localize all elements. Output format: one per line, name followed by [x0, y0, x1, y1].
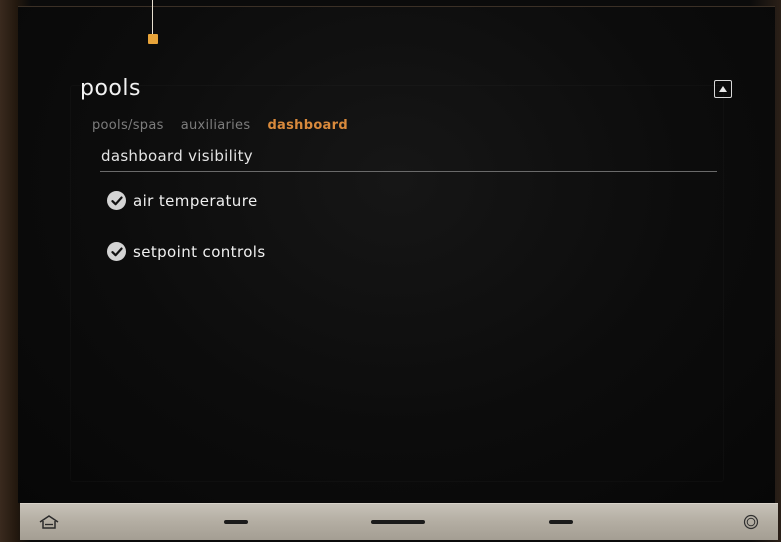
page-title: pools: [80, 76, 141, 101]
home-icon[interactable]: [38, 514, 60, 530]
content-frame: [70, 85, 724, 482]
device-frame: pools pools/spas auxiliaries dashboard d…: [0, 0, 781, 542]
option-label: setpoint controls: [133, 242, 266, 261]
callout-line: [152, 0, 153, 34]
check-circle-icon[interactable]: [107, 242, 126, 261]
tab-bar: pools/spas auxiliaries dashboard: [92, 118, 348, 133]
callout-marker: [148, 34, 158, 44]
collapse-up-icon: [719, 86, 727, 92]
option-label: air temperature: [133, 191, 258, 210]
section-divider: [100, 171, 717, 172]
tab-pools-spas[interactable]: pools/spas: [92, 118, 164, 133]
nav-dash-center[interactable]: [371, 520, 425, 524]
tab-auxiliaries[interactable]: auxiliaries: [181, 118, 251, 133]
nav-dash-left[interactable]: [224, 520, 248, 524]
circle-icon[interactable]: [743, 514, 759, 530]
collapse-button[interactable]: [714, 80, 732, 98]
nav-dash-right[interactable]: [549, 520, 573, 524]
check-circle-icon[interactable]: [107, 191, 126, 210]
tab-dashboard[interactable]: dashboard: [267, 118, 348, 133]
bottom-nav-bar: [20, 503, 778, 540]
option-setpoint-controls[interactable]: setpoint controls: [107, 242, 266, 261]
section-title: dashboard visibility: [101, 147, 253, 165]
option-air-temperature[interactable]: air temperature: [107, 191, 258, 210]
